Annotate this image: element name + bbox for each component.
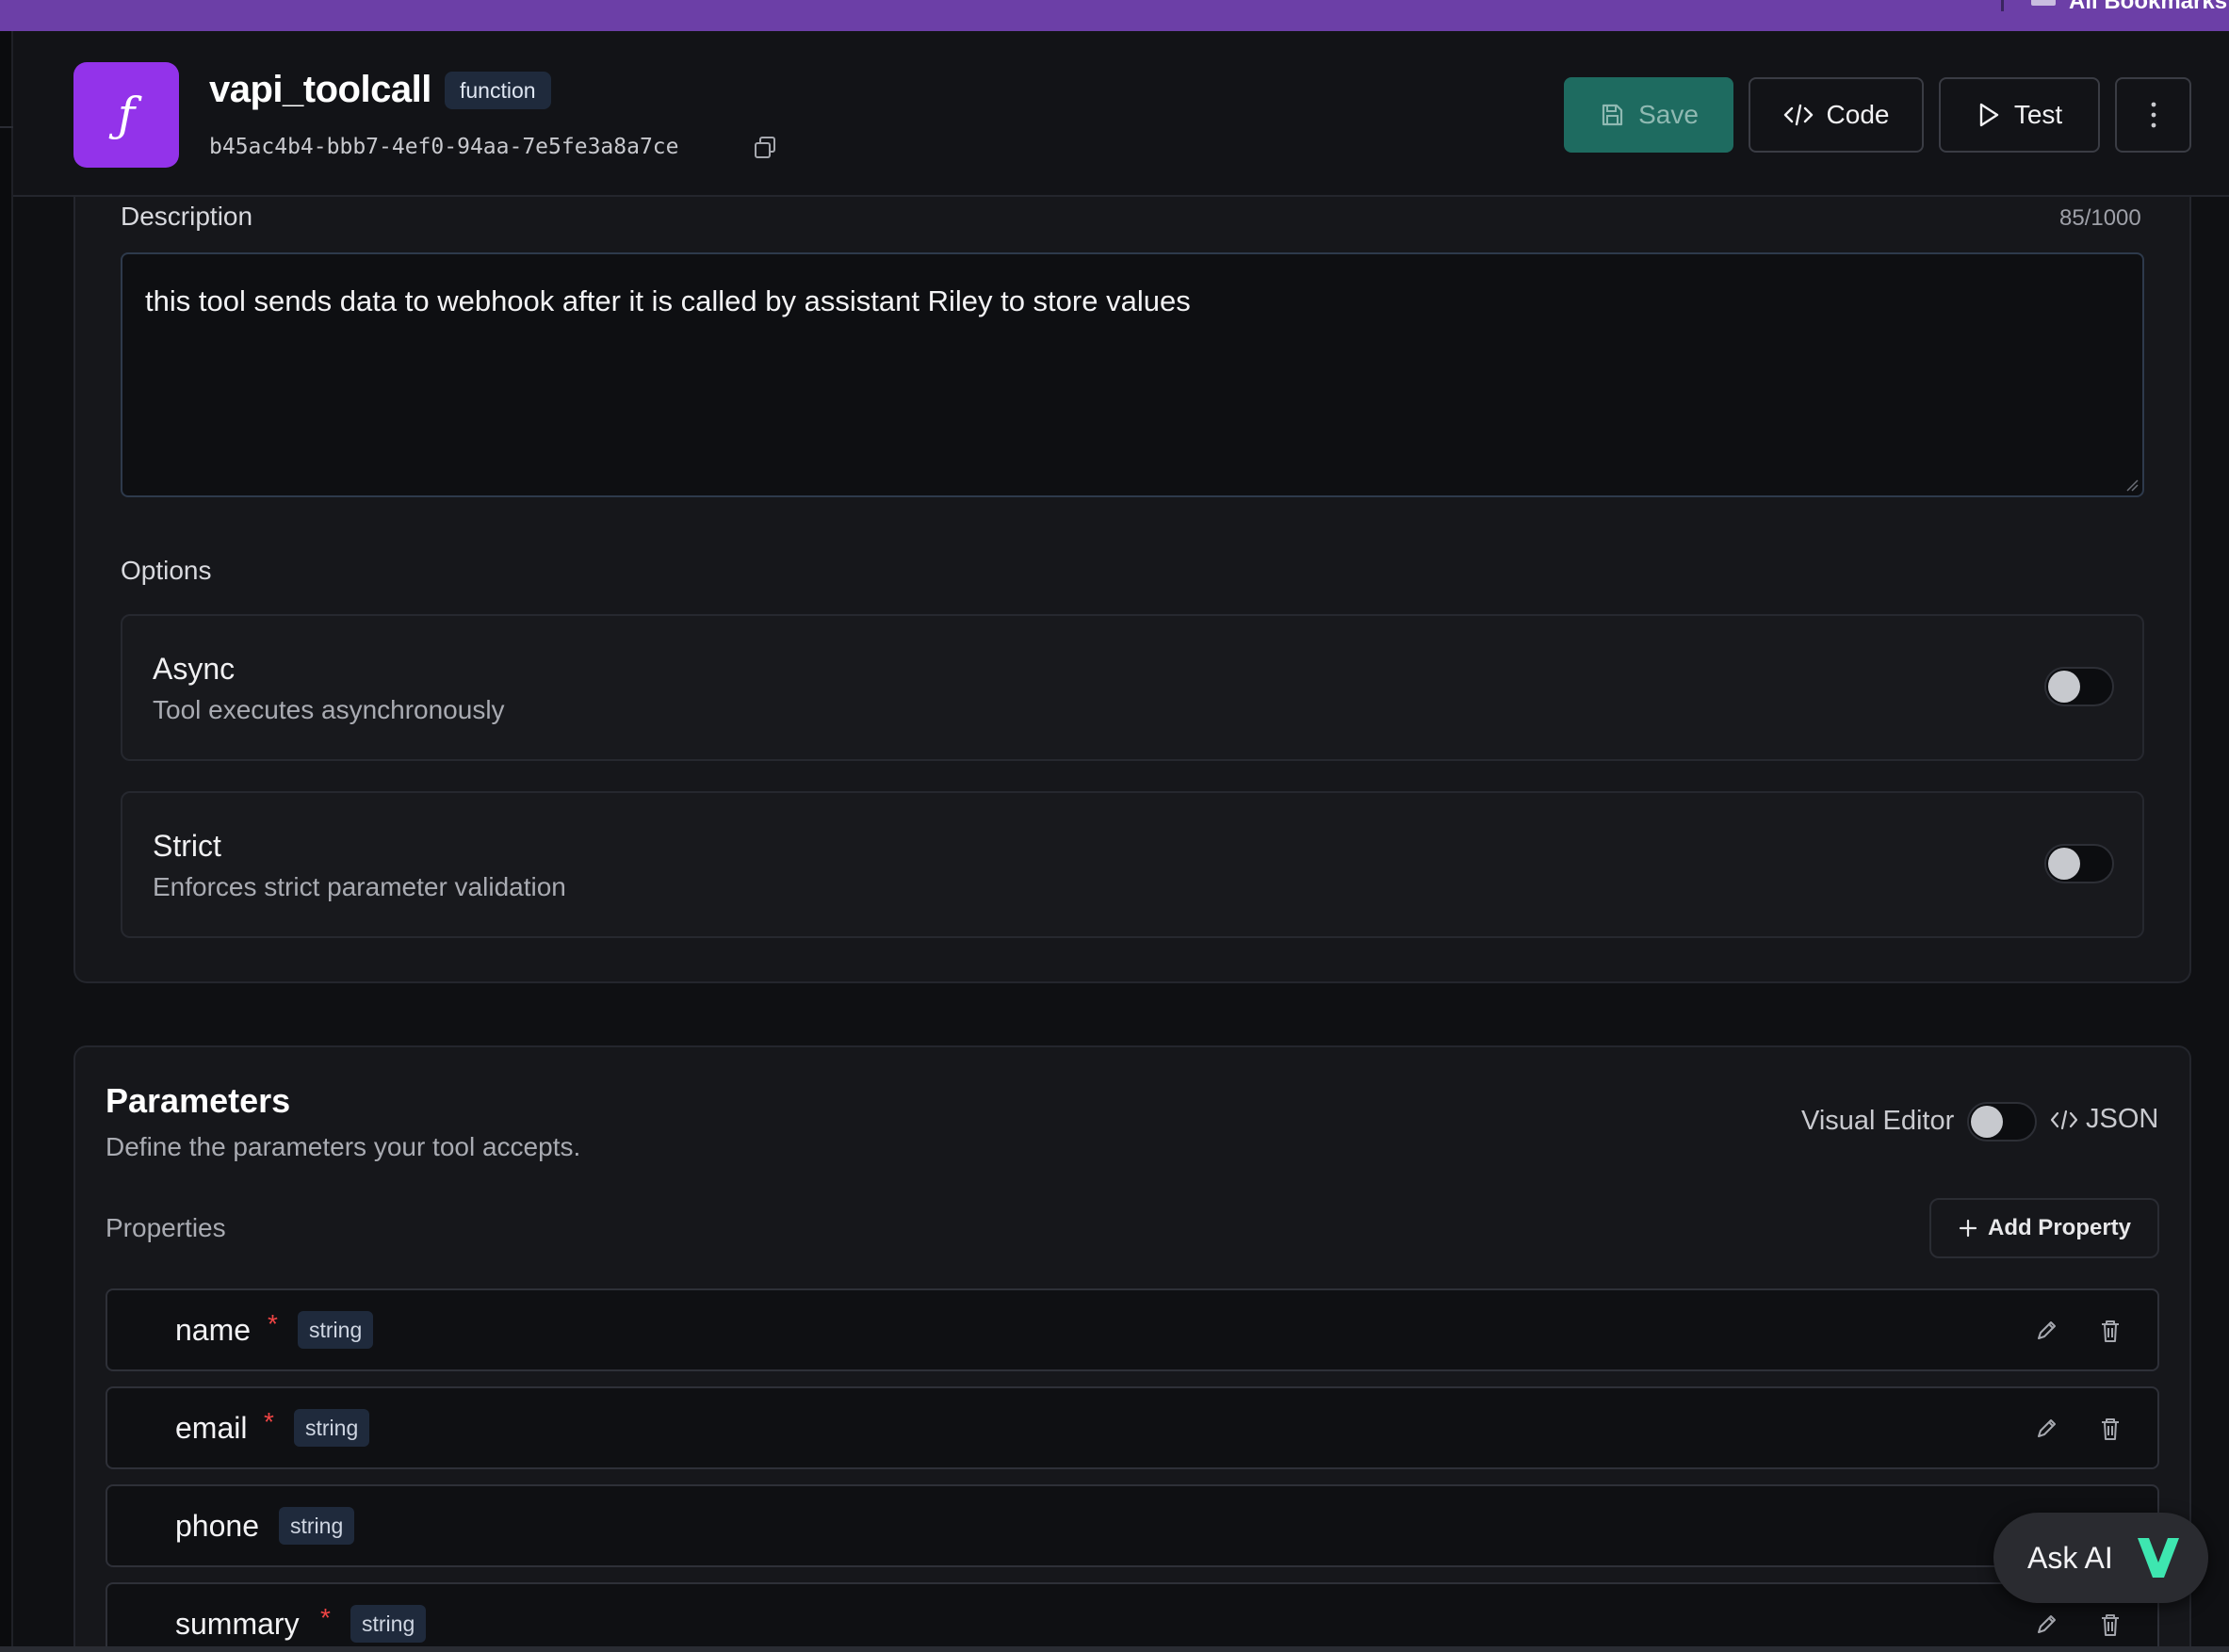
type-badge: string: [298, 1311, 374, 1349]
plus-icon: [1959, 1219, 1977, 1238]
toggle-knob: [1971, 1106, 2003, 1138]
tool-type-badge: function: [445, 72, 551, 109]
edit-icon[interactable]: [2033, 1317, 2059, 1345]
code-icon: [2050, 1109, 2078, 1129]
ask-ai-button[interactable]: Ask AI: [1993, 1513, 2208, 1603]
save-label: Save: [1638, 100, 1699, 129]
property-name: email: [175, 1411, 248, 1445]
option-async-title: Async: [153, 652, 236, 686]
option-async-subtitle: Tool executes asynchronously: [153, 695, 505, 724]
options-label: Options: [121, 556, 212, 585]
code-button[interactable]: Code: [1749, 77, 1924, 153]
property-name: summary: [175, 1607, 300, 1641]
function-icon: ƒ: [73, 62, 179, 168]
more-options-button[interactable]: [2115, 77, 2191, 153]
description-char-counter: 85/1000: [2059, 205, 2141, 231]
property-row-phone[interactable]: phone string: [106, 1484, 2159, 1567]
async-toggle[interactable]: [2044, 667, 2114, 706]
save-icon: [1602, 104, 1623, 126]
tool-id: b45ac4b4-bbb7-4ef0-94aa-7e5fe3a8a7ce: [209, 135, 679, 159]
visual-editor-toggle[interactable]: [1967, 1102, 2037, 1142]
description-label: Description: [121, 202, 253, 231]
bookmark-separator: [2001, 0, 2004, 11]
tool-header: ƒ vapi_toolcall function b45ac4b4-bbb7-4…: [13, 31, 2229, 197]
required-asterisk: *: [320, 1603, 331, 1632]
property-name: phone: [175, 1509, 259, 1543]
type-badge: string: [350, 1605, 427, 1643]
add-property-label: Add Property: [1987, 1215, 2131, 1240]
option-strict-subtitle: Enforces strict parameter validation: [153, 872, 566, 901]
strict-toggle[interactable]: [2044, 844, 2114, 883]
option-strict-title: Strict: [153, 829, 221, 863]
parameters-subtitle: Define the parameters your tool accepts.: [106, 1132, 581, 1161]
parameters-title: Parameters: [106, 1081, 291, 1120]
required-asterisk: *: [264, 1407, 274, 1436]
ask-ai-label: Ask AI: [2027, 1540, 2113, 1575]
copy-icon[interactable]: [752, 135, 778, 161]
property-row-name[interactable]: name * string: [106, 1288, 2159, 1371]
option-strict: Strict Enforces strict parameter validat…: [121, 791, 2144, 938]
tool-title: vapi_toolcall: [209, 69, 431, 110]
code-icon: [1783, 104, 1813, 126]
trash-icon[interactable]: [2097, 1611, 2123, 1639]
type-badge: string: [294, 1409, 370, 1447]
folder-icon: [2031, 0, 2056, 6]
play-icon: [1979, 103, 1999, 127]
property-name: name: [175, 1313, 252, 1347]
type-badge: string: [279, 1507, 355, 1545]
trash-icon[interactable]: [2097, 1317, 2123, 1345]
save-button[interactable]: Save: [1564, 77, 1733, 153]
edit-icon[interactable]: [2033, 1415, 2059, 1443]
resize-grip-icon[interactable]: [2125, 478, 2139, 492]
visual-editor-label: Visual Editor: [1801, 1106, 1955, 1136]
code-label: Code: [1826, 100, 1890, 129]
json-label: JSON: [2086, 1104, 2159, 1134]
more-vertical-icon: [2151, 102, 2156, 128]
left-sidebar-edge: [0, 31, 13, 1652]
test-label: Test: [2013, 100, 2063, 129]
toggle-knob: [2048, 848, 2080, 880]
description-textarea[interactable]: this tool sends data to webhook after it…: [121, 252, 2144, 497]
properties-label: Properties: [106, 1213, 226, 1242]
vapi-logo-icon: [2137, 1538, 2179, 1578]
property-row-summary[interactable]: summary * string: [106, 1582, 2159, 1652]
toggle-knob: [2048, 671, 2080, 703]
edit-icon[interactable]: [2033, 1611, 2059, 1639]
bottom-divider: [0, 1646, 2229, 1652]
description-text: this tool sends data to webhook after it…: [145, 284, 1191, 317]
test-button[interactable]: Test: [1939, 77, 2100, 153]
browser-top-bar: All Bookmarks: [0, 0, 2229, 31]
option-async: Async Tool executes asynchronously: [121, 614, 2144, 761]
json-view-button[interactable]: JSON: [2050, 1104, 2158, 1135]
property-row-email[interactable]: email * string: [106, 1386, 2159, 1469]
required-asterisk: *: [268, 1309, 278, 1338]
trash-icon[interactable]: [2097, 1415, 2123, 1443]
add-property-button[interactable]: Add Property: [1929, 1198, 2159, 1258]
sidebar-divider: [0, 126, 13, 128]
all-bookmarks-link[interactable]: All Bookmarks: [2069, 0, 2227, 15]
